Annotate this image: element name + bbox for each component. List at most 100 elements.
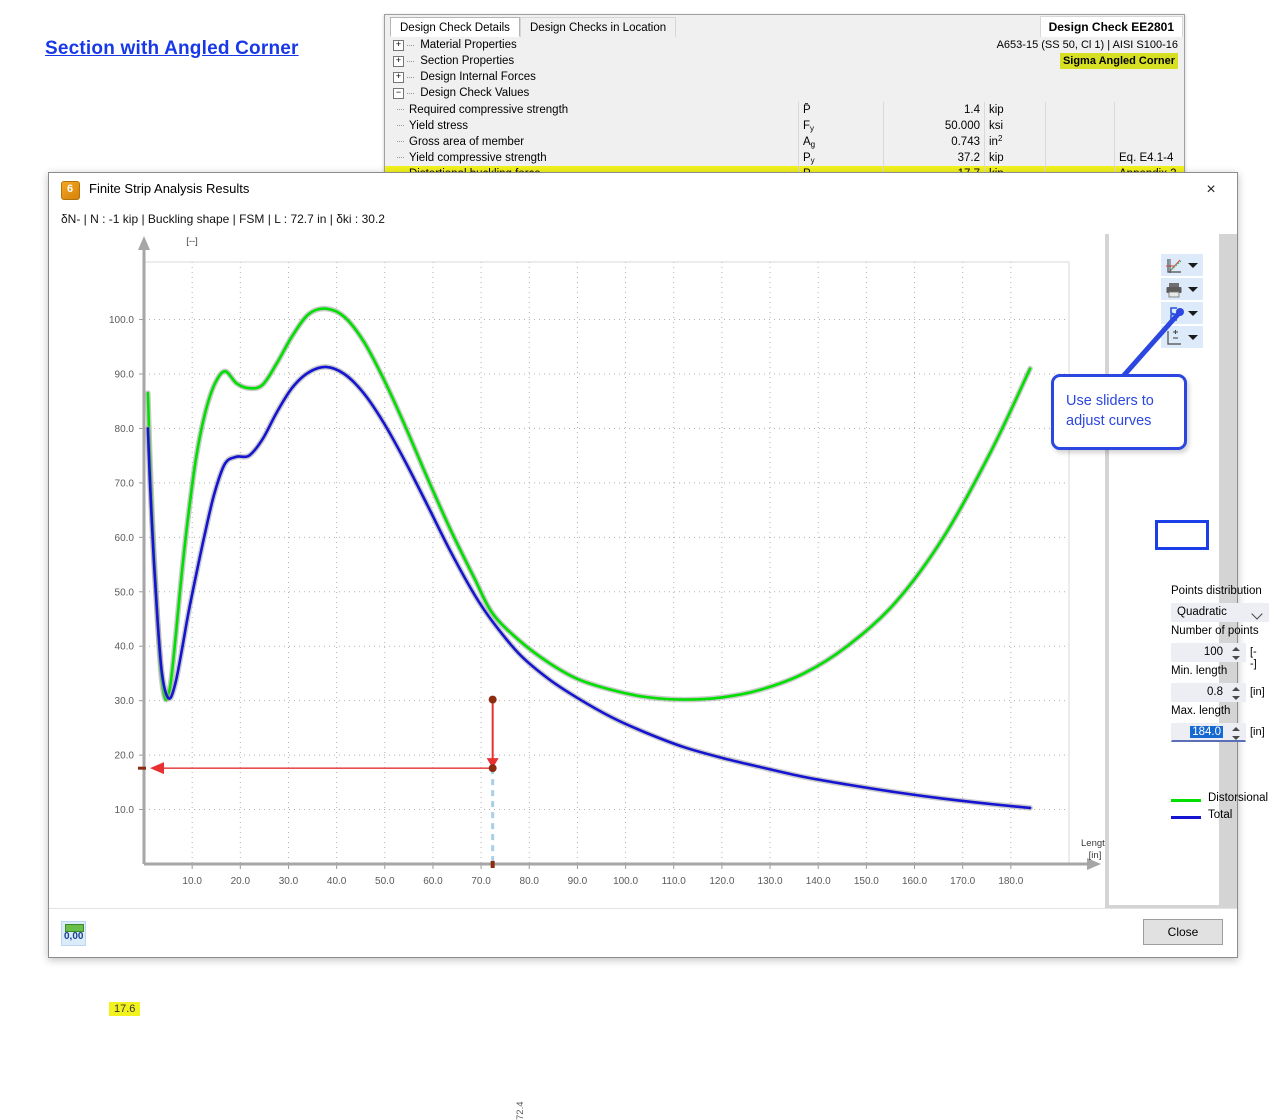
chevron-down-icon[interactable] [1188, 287, 1198, 292]
svg-text:120.0: 120.0 [709, 876, 734, 887]
points-distribution-label: Points distribution [1171, 585, 1262, 597]
annotation-callout: Use sliders to adjust curves [1051, 374, 1187, 450]
svg-text:80.0: 80.0 [115, 424, 135, 435]
close-icon[interactable]: × [1193, 178, 1229, 202]
row-symbol: P̄ [799, 102, 884, 118]
row-label: Yield compressive strength [409, 152, 547, 164]
svg-text:150.0: 150.0 [854, 876, 879, 887]
max-length-input[interactable]: 184.0 [1171, 723, 1246, 742]
window-title: Finite Strip Analysis Results [89, 181, 249, 196]
finite-strip-analysis-window: Finite Strip Analysis Results × δN- | N … [48, 172, 1238, 958]
stepper-icon[interactable] [1232, 687, 1241, 700]
legend-label: Total [1208, 809, 1232, 821]
row-equation [1115, 118, 1185, 134]
app-icon [61, 181, 80, 200]
row-value: 37.2 [884, 150, 985, 166]
chart-axes-icon [1165, 257, 1183, 275]
legend-label: Distorsional [1208, 792, 1268, 804]
stepper-icon[interactable] [1232, 727, 1241, 740]
toolbar-button-print[interactable] [1161, 278, 1203, 300]
svg-text:100.0: 100.0 [613, 876, 638, 887]
min-length-label: Min. length [1171, 665, 1227, 677]
row-label: Yield stress [409, 120, 468, 132]
row-unit: kip [985, 102, 1046, 118]
min-length-input[interactable]: 0.8 [1171, 683, 1246, 702]
svg-text:20.0: 20.0 [231, 876, 251, 887]
legend-swatch-distorsional [1171, 799, 1201, 802]
row-value: 50.000 [884, 118, 985, 134]
status-text: δN- | N : -1 kip | Buckling shape | FSM … [61, 212, 385, 226]
expand-icon[interactable]: + [393, 72, 404, 83]
table-row[interactable]: Yield stress Fy 50.000 ksi [385, 118, 1184, 134]
toolbar-selection-highlight [1155, 520, 1209, 550]
chart-svg: 10.020.030.040.050.060.070.080.090.0100.… [49, 234, 1105, 971]
row-unit: in2 [985, 134, 1046, 150]
window-titlebar: Finite Strip Analysis Results × [49, 173, 1237, 207]
window-content: 10.020.030.040.050.060.070.080.090.0100.… [49, 234, 1237, 909]
max-length-label: Max. length [1171, 705, 1230, 717]
row-symbol: Fy [799, 118, 884, 134]
svg-text:140.0: 140.0 [806, 876, 831, 887]
row-equation [1115, 102, 1185, 118]
chevron-down-icon[interactable] [1251, 608, 1262, 619]
svg-text:10.0: 10.0 [115, 805, 135, 816]
toolbar-button-chart-axes[interactable] [1161, 254, 1203, 276]
number-of-points-unit: [--] [1250, 646, 1257, 670]
svg-text:80.0: 80.0 [520, 876, 540, 887]
group-material-properties[interactable]: + Material Properties A653-15 (SS 50, Cl… [385, 37, 1184, 53]
svg-text:90.0: 90.0 [115, 370, 135, 381]
callout-text: Use sliders to adjust curves [1066, 391, 1176, 431]
svg-text:[--]: [--] [186, 236, 198, 247]
marker-y-value-badge: 17.6 [109, 1002, 140, 1016]
svg-text:100.0: 100.0 [109, 315, 134, 326]
svg-text:20.0: 20.0 [115, 751, 135, 762]
svg-text:70.0: 70.0 [471, 876, 491, 887]
svg-text:10.0: 10.0 [182, 876, 202, 887]
svg-text:70.0: 70.0 [115, 478, 135, 489]
row-unit: ksi [985, 118, 1046, 134]
decimal-places-icon[interactable]: 0,00 [61, 921, 86, 946]
svg-text:30.0: 30.0 [115, 696, 135, 707]
expand-icon[interactable]: + [393, 40, 404, 51]
number-of-points-label: Number of points [1171, 625, 1259, 637]
points-distribution-select[interactable]: Quadratic [1171, 603, 1269, 622]
number-of-points-input[interactable]: 100 [1171, 643, 1246, 662]
table-row[interactable]: Gross area of member Ag 0.743 in2 [385, 134, 1184, 150]
svg-text:170.0: 170.0 [950, 876, 975, 887]
tab-design-checks-in-location[interactable]: Design Checks in Location [520, 17, 676, 37]
svg-text:40.0: 40.0 [115, 642, 135, 653]
svg-text:40.0: 40.0 [327, 876, 347, 887]
collapse-icon[interactable]: − [393, 88, 404, 99]
material-properties-value: A653-15 (SS 50, Cl 1) | AISI S100-16 [997, 37, 1178, 53]
section-properties-value: Sigma Angled Corner [1060, 53, 1178, 69]
table-row[interactable]: Required compressive strength P̄ 1.4 kip [385, 102, 1184, 118]
svg-text:180.0: 180.0 [998, 876, 1023, 887]
row-equation: Eq. E4.1-4 [1115, 150, 1185, 166]
svg-text:[in]: [in] [1089, 850, 1102, 861]
row-label: Required compressive strength [409, 104, 568, 116]
close-button[interactable]: Close [1143, 919, 1223, 945]
row-unit: kip [985, 150, 1046, 166]
window-footer: 0,00 Close [49, 908, 1237, 957]
chevron-down-icon[interactable] [1188, 263, 1198, 268]
svg-text:50.0: 50.0 [375, 876, 395, 887]
table-row[interactable]: Yield compressive strength Py 37.2 kip E… [385, 150, 1184, 166]
row-label: Gross area of member [409, 136, 524, 148]
fsm-chart[interactable]: 10.020.030.040.050.060.070.080.090.0100.… [49, 234, 1105, 909]
printer-icon [1165, 281, 1183, 299]
group-section-properties[interactable]: + Section Properties Sigma Angled Corner [385, 53, 1184, 69]
stepper-icon[interactable] [1232, 647, 1241, 660]
tab-design-check-details[interactable]: Design Check Details [390, 17, 520, 37]
group-design-internal-forces[interactable]: + Design Internal Forces [385, 69, 1184, 85]
svg-text:110.0: 110.0 [662, 876, 687, 887]
svg-text:160.0: 160.0 [902, 876, 927, 887]
svg-text:130.0: 130.0 [758, 876, 783, 887]
group-design-check-values[interactable]: − Design Check Values [385, 85, 1184, 101]
expand-icon[interactable]: + [393, 56, 404, 67]
max-length-value: 184.0 [1190, 726, 1223, 738]
marker-x-value-badge: 72.4 [515, 1102, 526, 1120]
legend-swatch-total [1171, 816, 1201, 819]
row-equation [1115, 134, 1185, 150]
row-symbol: Ag [799, 134, 884, 150]
row-value: 1.4 [884, 102, 985, 118]
